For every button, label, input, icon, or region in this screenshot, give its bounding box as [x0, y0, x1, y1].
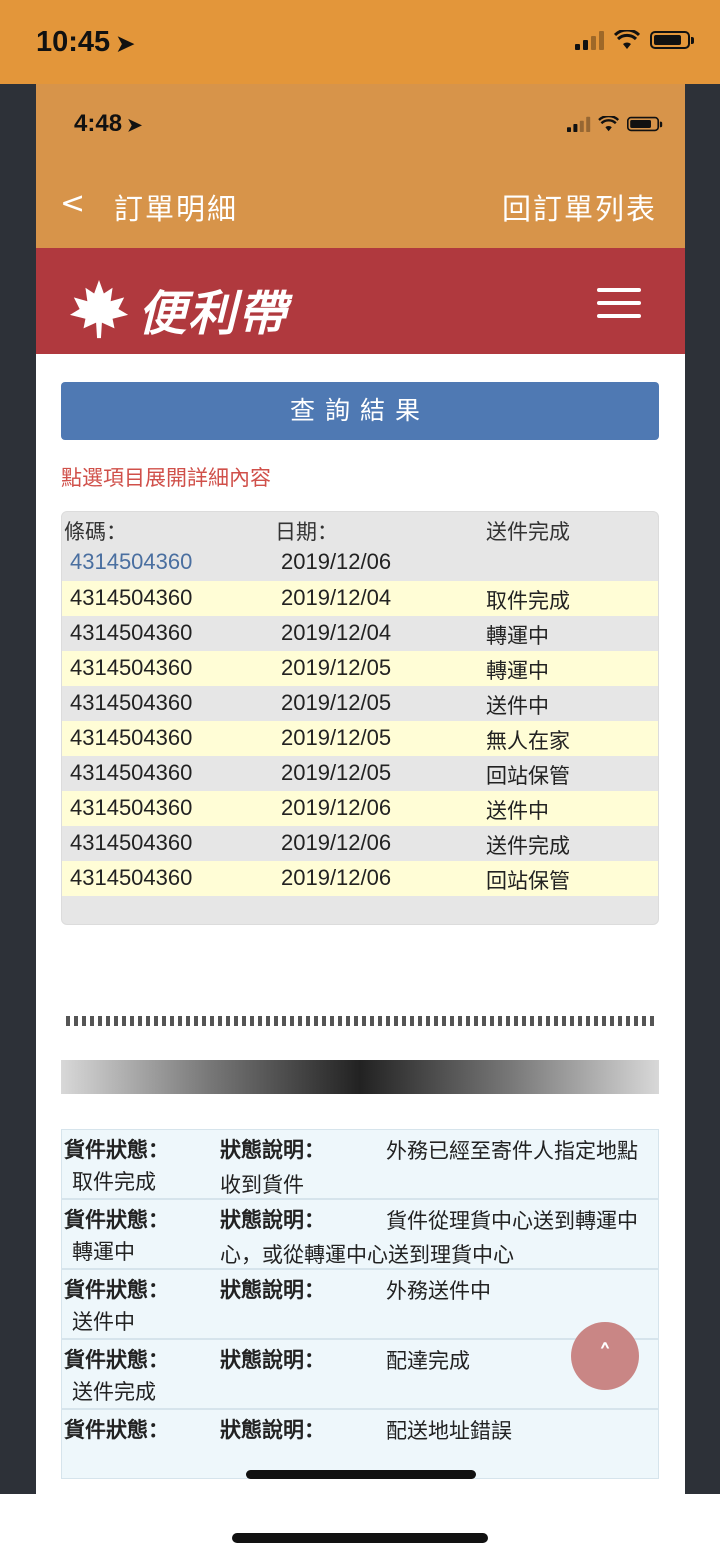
desc-value: 配送地址錯誤: [386, 1419, 512, 1443]
dotted-divider: [66, 1016, 656, 1026]
background-right: [685, 84, 720, 1494]
status-value: 取件完成: [72, 1170, 156, 1194]
status-label: 貨件狀態：: [64, 1418, 169, 1442]
row-status: 回站保管: [486, 869, 570, 893]
gradient-divider: [61, 1060, 659, 1094]
row-barcode: 4314504360: [70, 655, 193, 680]
row-barcode: 4314504360: [70, 795, 193, 820]
tracking-table: 條碼： 日期： 送件完成 4314504360 2019/12/06 43145…: [61, 511, 659, 925]
status-detail-item: 貨件狀態： 取件完成 狀態說明： 外務已經至寄件人指定地點收到貨件: [61, 1129, 659, 1199]
inner-status-icons: [567, 116, 663, 132]
table-row[interactable]: 4314504360 2019/12/04 取件完成: [62, 581, 658, 616]
table-row[interactable]: 4314504360 2019/12/06 回站保管: [62, 861, 658, 896]
table-row[interactable]: 4314504360 2019/12/05 送件中: [62, 686, 658, 721]
scroll-to-top-button[interactable]: ˄: [571, 1322, 639, 1390]
status-label: 貨件狀態：: [64, 1278, 169, 1302]
brand-header: 便利帶: [36, 248, 685, 354]
header-status: 送件完成: [486, 520, 570, 544]
page-title: 訂單明細: [114, 192, 239, 226]
nav-bar: < 訂單明細 回訂單列表: [36, 164, 685, 248]
row-status: 送件中: [486, 694, 549, 718]
row-date: 2019/12/04: [281, 620, 392, 645]
expand-hint: 點選項目展開詳細內容: [61, 466, 271, 490]
row-date: 2019/12/06: [281, 795, 392, 820]
logo[interactable]: 便利帶: [68, 274, 288, 344]
row-barcode: 4314504360: [70, 620, 193, 645]
status-detail-list: 貨件狀態： 取件完成 狀態說明： 外務已經至寄件人指定地點收到貨件 貨件狀態： …: [61, 1129, 659, 1479]
row-date: 2019/12/05: [281, 655, 392, 680]
battery-icon: [650, 31, 694, 49]
status-detail-item: 貨件狀態： 轉運中 狀態說明： 貨件從理貨中心送到轉運中心，或從轉運中心送到理貨…: [61, 1199, 659, 1269]
query-result-button[interactable]: 查詢結果: [61, 382, 659, 440]
outer-status-bar: 10:45 ➤: [0, 0, 720, 84]
status-value: 轉運中: [72, 1240, 135, 1264]
row-date: 2019/12/06: [281, 865, 392, 890]
inner-home-indicator: [246, 1470, 476, 1479]
home-indicator: [232, 1533, 488, 1543]
wifi-icon: [614, 30, 640, 49]
hamburger-line: [597, 288, 641, 292]
row-status: 送件中: [486, 799, 549, 823]
outer-clock: 10:45 ➤: [36, 26, 135, 58]
table-row[interactable]: 4314504360 2019/12/05 回站保管: [62, 756, 658, 791]
row-date: 2019/12/04: [281, 585, 392, 610]
status-label: 貨件狀態：: [64, 1138, 169, 1162]
location-arrow-icon: ➤: [127, 115, 143, 135]
status-value: 送件中: [72, 1310, 135, 1334]
row-date: 2019/12/05: [281, 760, 392, 785]
table-row[interactable]: 4314504360 2019/12/06: [62, 547, 658, 578]
header-date: 日期：: [275, 520, 338, 544]
table-row[interactable]: 4314504360 2019/12/06 送件完成: [62, 826, 658, 861]
signal-icon: [575, 30, 604, 50]
row-date: 2019/12/06: [281, 830, 392, 855]
status-value: 送件完成: [72, 1380, 156, 1404]
table-row[interactable]: 4314504360 2019/12/05 轉運中: [62, 651, 658, 686]
wifi-icon: [598, 116, 619, 132]
row-status: 送件完成: [486, 834, 570, 858]
row-status: 轉運中: [486, 624, 549, 648]
row-barcode: 4314504360: [70, 725, 193, 750]
back-button[interactable]: <: [60, 186, 85, 221]
row-status: 轉運中: [486, 659, 549, 683]
hamburger-line: [597, 314, 641, 318]
status-detail-item: 貨件狀態： 狀態說明： 配送地址錯誤: [61, 1409, 659, 1479]
row-status: 無人在家: [486, 729, 570, 753]
inner-clock: 4:48 ➤: [74, 110, 143, 137]
background-bottom: [0, 1494, 720, 1559]
row-date: 2019/12/05: [281, 725, 392, 750]
maple-leaf-icon: [69, 279, 129, 339]
desc-value: 貨件從理貨中心送到轉運中心，或從轉運中心送到理貨中心: [220, 1209, 638, 1267]
row-barcode: 4314504360: [70, 830, 193, 855]
background-left: [0, 84, 36, 1494]
row-barcode: 4314504360: [70, 865, 193, 890]
signal-icon: [567, 116, 591, 132]
menu-button[interactable]: [597, 288, 641, 318]
header-barcode: 條碼：: [64, 520, 127, 544]
table-row[interactable]: 4314504360 2019/12/05 無人在家: [62, 721, 658, 756]
row-status: 回站保管: [486, 764, 570, 788]
desc-value: 外務已經至寄件人指定地點收到貨件: [220, 1139, 638, 1197]
row-barcode: 4314504360: [70, 690, 193, 715]
barcode-link[interactable]: 4314504360: [70, 549, 192, 575]
status-label: 貨件狀態：: [64, 1208, 169, 1232]
row-date: 2019/12/05: [281, 690, 392, 715]
status-detail-item: 貨件狀態： 送件中 狀態說明： 外務送件中: [61, 1269, 659, 1339]
status-detail-item: 貨件狀態： 送件完成 狀態說明： 配達完成: [61, 1339, 659, 1409]
location-arrow-icon: ➤: [116, 31, 135, 56]
row-barcode: 4314504360: [70, 585, 193, 610]
hamburger-line: [597, 301, 641, 305]
row-barcode: 4314504360: [70, 760, 193, 785]
row-status: 取件完成: [486, 589, 570, 613]
outer-status-icons: [575, 30, 694, 50]
table-row[interactable]: 4314504360 2019/12/06 送件中: [62, 791, 658, 826]
status-label: 貨件狀態：: [64, 1348, 169, 1372]
battery-icon: [627, 116, 663, 132]
desc-value: 外務送件中: [386, 1279, 491, 1303]
inner-status-bar: 4:48 ➤: [36, 84, 685, 164]
row-date: 2019/12/06: [281, 549, 392, 574]
inner-screen: 4:48 ➤ < 訂單明細 回訂單列表 便利帶 查詢結果 點選項目展開詳細內容 …: [36, 84, 685, 1494]
table-row[interactable]: 4314504360 2019/12/04 轉運中: [62, 616, 658, 651]
brand-name: 便利帶: [138, 286, 289, 342]
back-to-order-list-link[interactable]: 回訂單列表: [502, 186, 657, 228]
